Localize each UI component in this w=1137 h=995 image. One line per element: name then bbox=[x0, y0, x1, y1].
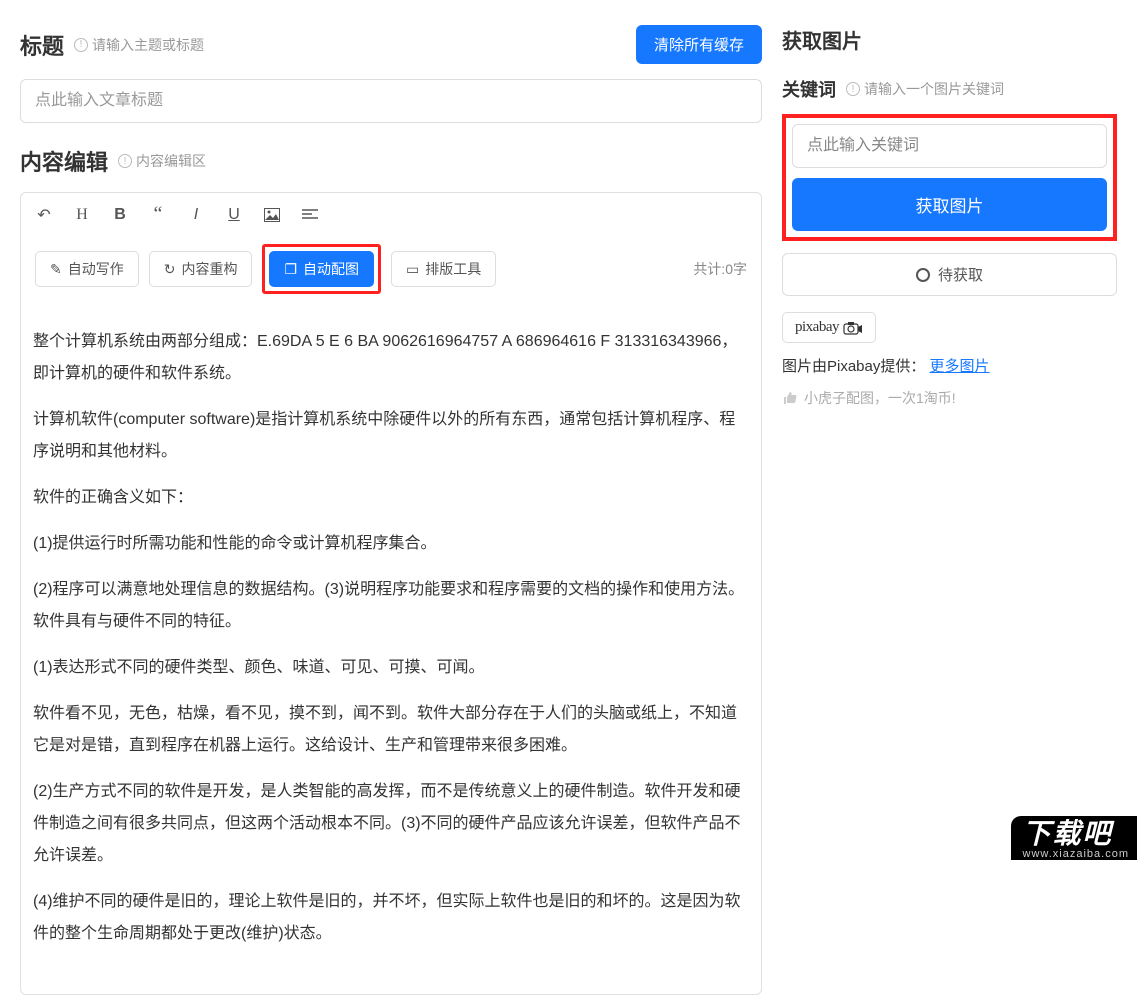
paragraph: (2)生产方式不同的软件是开发，是人类智能的高发挥，而不是传统意义上的硬件制造。… bbox=[33, 776, 749, 872]
left-panel: 标题 ! 请输入主题或标题 清除所有缓存 内容编辑 ! 内容编辑区 ↶ H B … bbox=[20, 25, 762, 995]
auto-write-label: 自动写作 bbox=[68, 259, 124, 279]
paragraph: (1)表达形式不同的硬件类型、颜色、味道、可见、可摸、可闻。 bbox=[33, 652, 749, 684]
quote-icon[interactable]: “ bbox=[149, 203, 167, 226]
layers-icon: ❐ bbox=[284, 261, 297, 278]
article-title-input[interactable] bbox=[20, 79, 762, 123]
image-icon[interactable] bbox=[263, 208, 281, 222]
thumbs-up-icon bbox=[782, 391, 798, 405]
paragraph: 软件的正确含义如下： bbox=[33, 482, 749, 514]
content-hint-text: 内容编辑区 bbox=[136, 151, 206, 171]
keyword-header: 关键词 ! 请输入一个图片关键词 bbox=[782, 76, 1117, 102]
char-count: 共计:0字 bbox=[693, 259, 747, 279]
layout-tool-button[interactable]: ▭ 排版工具 bbox=[391, 251, 496, 287]
heading-icon[interactable]: H bbox=[73, 206, 91, 224]
rebuild-button[interactable]: ↻ 内容重构 bbox=[149, 251, 253, 287]
title-header: 标题 ! 请输入主题或标题 清除所有缓存 bbox=[20, 25, 762, 64]
title-label: 标题 bbox=[20, 29, 64, 61]
title-hint-text: 请输入主题或标题 bbox=[92, 35, 204, 55]
keyword-highlight-box: 获取图片 bbox=[782, 114, 1117, 241]
auto-image-label: 自动配图 bbox=[303, 259, 359, 279]
more-images-link[interactable]: 更多图片 bbox=[930, 358, 990, 375]
format-toolbar: ↶ H B “ I U bbox=[21, 193, 761, 236]
watermark-main: 下载吧 bbox=[1023, 820, 1129, 848]
italic-icon[interactable]: I bbox=[187, 206, 205, 224]
content-header: 内容编辑 ! 内容编辑区 bbox=[20, 145, 762, 177]
watermark-url: www.xiazaiba.com bbox=[1023, 848, 1129, 860]
credit-line: 图片由Pixabay提供： 更多图片 bbox=[782, 355, 1117, 376]
keyword-label: 关键词 bbox=[782, 76, 836, 102]
pencil-icon: ✎ bbox=[50, 261, 62, 278]
auto-write-button[interactable]: ✎ 自动写作 bbox=[35, 251, 139, 287]
layout-icon: ▭ bbox=[406, 261, 419, 278]
footer-note: 小虎子配图，一次1淘币! bbox=[782, 388, 1117, 408]
paragraph: 整个计算机系统由两部分组成：E.69DA 5 E 6 BA 9062616964… bbox=[33, 326, 749, 390]
circle-icon bbox=[916, 268, 930, 282]
action-toolbar: ✎ 自动写作 ↻ 内容重构 ❐ 自动配图 ▭ 排版工具 共计:0字 bbox=[21, 236, 761, 308]
pending-button[interactable]: 待获取 bbox=[782, 253, 1117, 296]
info-icon: ! bbox=[846, 82, 860, 96]
bold-icon[interactable]: B bbox=[111, 206, 129, 224]
layout-label: 排版工具 bbox=[425, 259, 481, 279]
camera-icon bbox=[843, 321, 863, 335]
info-icon: ! bbox=[118, 154, 132, 168]
undo-icon[interactable]: ↶ bbox=[35, 205, 53, 225]
credit-prefix: 图片由Pixabay提供： bbox=[782, 358, 925, 375]
paragraph: (4)维护不同的硬件是旧的，理论上软件是旧的，并不坏，但实际上软件也是旧的和坏的… bbox=[33, 886, 749, 950]
keyword-input[interactable] bbox=[792, 124, 1107, 168]
highlight-auto-image: ❐ 自动配图 bbox=[262, 244, 381, 294]
paragraph: (1)提供运行时所需功能和性能的命令或计算机程序集合。 bbox=[33, 528, 749, 560]
underline-icon[interactable]: U bbox=[225, 206, 243, 224]
keyword-hint: ! 请输入一个图片关键词 bbox=[846, 79, 1004, 99]
info-icon: ! bbox=[74, 38, 88, 52]
rebuild-label: 内容重构 bbox=[181, 259, 237, 279]
content-label: 内容编辑 bbox=[20, 145, 108, 177]
paragraph: 软件看不见，无色，枯燥，看不见，摸不到，闻不到。软件大部分存在于人们的头脑或纸上… bbox=[33, 698, 749, 762]
editor-box: ↶ H B “ I U ✎ 自动写作 ↻ bbox=[20, 192, 762, 995]
content-editor[interactable]: 整个计算机系统由两部分组成：E.69DA 5 E 6 BA 9062616964… bbox=[21, 308, 761, 994]
paragraph: 计算机软件(computer software)是指计算机系统中除硬件以外的所有… bbox=[33, 404, 749, 468]
fetch-image-title: 获取图片 bbox=[782, 25, 1117, 54]
footer-text: 小虎子配图，一次1淘币! bbox=[804, 388, 956, 408]
watermark: 下载吧 www.xiazaiba.com bbox=[1011, 816, 1137, 860]
pixabay-badge: pixabay bbox=[782, 312, 876, 343]
clear-cache-button[interactable]: 清除所有缓存 bbox=[636, 25, 762, 64]
content-hint: ! 内容编辑区 bbox=[118, 151, 206, 171]
title-hint: ! 请输入主题或标题 bbox=[74, 35, 204, 55]
align-left-icon[interactable] bbox=[301, 208, 319, 222]
auto-image-button[interactable]: ❐ 自动配图 bbox=[269, 251, 374, 287]
paragraph: (2)程序可以满意地处理信息的数据结构。(3)说明程序功能要求和程序需要的文档的… bbox=[33, 574, 749, 638]
keyword-hint-text: 请输入一个图片关键词 bbox=[864, 79, 1004, 99]
pending-label: 待获取 bbox=[938, 264, 983, 285]
refresh-icon: ↻ bbox=[164, 261, 176, 278]
pixabay-logo-text: pixabay bbox=[795, 319, 839, 336]
fetch-image-button[interactable]: 获取图片 bbox=[792, 178, 1107, 231]
